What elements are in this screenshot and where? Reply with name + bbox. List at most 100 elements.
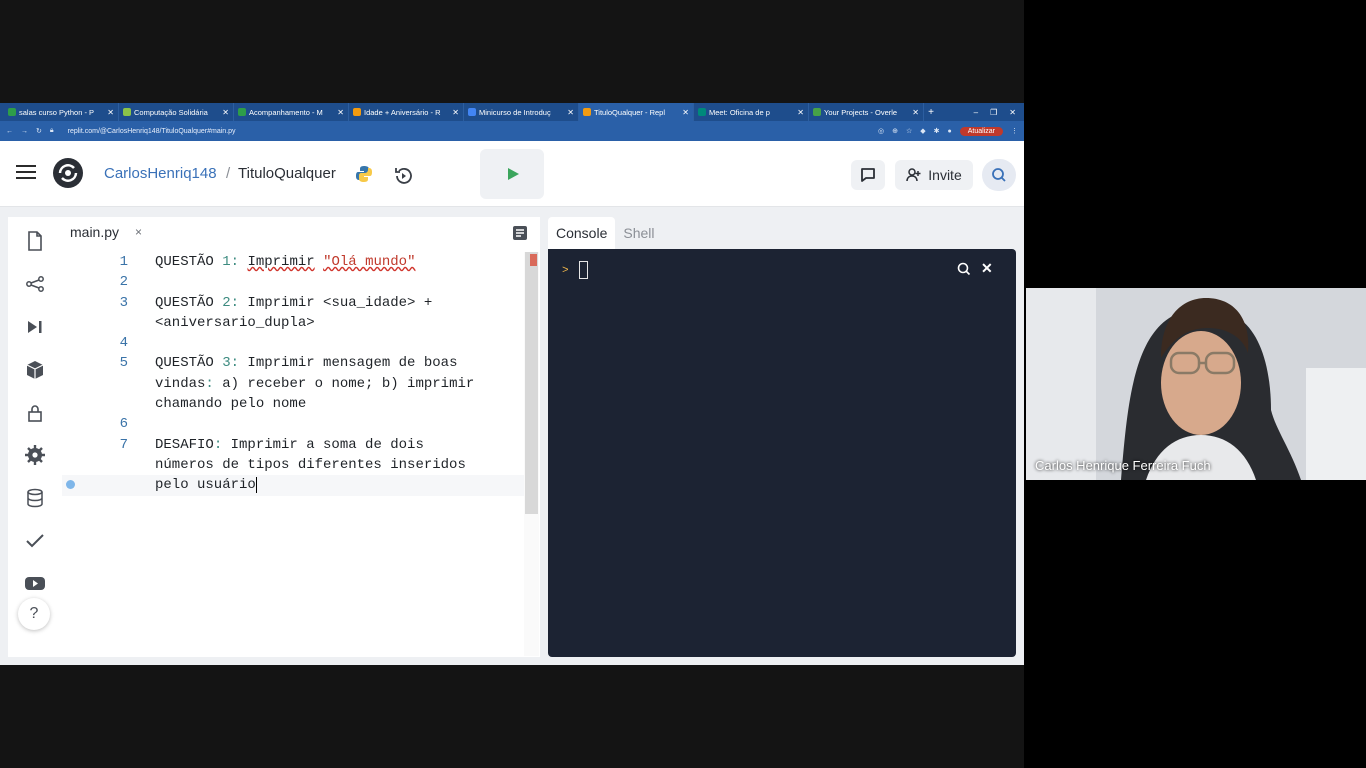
chat-icon — [861, 168, 875, 182]
line-number: 3 — [119, 294, 128, 311]
tab-favicon-icon — [468, 108, 476, 116]
unit-tests-check-icon[interactable] — [24, 529, 46, 551]
error-marker — [530, 254, 537, 266]
hamburger-menu-icon[interactable] — [16, 165, 36, 181]
bookmark-star-icon[interactable]: ☆ — [906, 127, 912, 135]
tab-strip: salas curso Python - P ✕ Computação Solid… — [0, 103, 1024, 121]
tab-close-icon[interactable]: ✕ — [107, 108, 114, 117]
address-bar: ← → ↻ 🔒︎ replit.com/@CarlosHenriq148/Tit… — [0, 121, 1024, 141]
editor-pane: main.py × 1 QUESTÃO 1: Imprimir "Olá mund… — [62, 217, 540, 657]
code-line: 1 QUESTÃO 1: Imprimir "Olá mundo" — [62, 252, 524, 272]
url-field[interactable]: replit.com/@CarlosHenriq148/TituloQualqu… — [68, 128, 236, 135]
browser-tab-active[interactable]: TituloQualquer - Repl ✕ — [579, 103, 694, 121]
browser-tab[interactable]: Your Projects - Overle ✕ — [809, 103, 924, 121]
history-icon[interactable] — [393, 165, 415, 187]
extension-icon[interactable]: ◆ — [920, 127, 925, 135]
files-icon[interactable] — [24, 230, 46, 252]
tab-close-icon[interactable]: ✕ — [337, 108, 344, 117]
play-icon — [508, 168, 519, 180]
tab-close-icon[interactable]: ✕ — [797, 108, 804, 117]
code-text: números de tipos diferentes inseridos — [155, 456, 466, 473]
line-number: 2 — [119, 274, 128, 291]
puzzle-icon[interactable]: ✱ — [934, 127, 940, 135]
run-button[interactable] — [480, 149, 544, 199]
database-icon[interactable] — [24, 487, 46, 509]
username-link[interactable]: CarlosHenriq148 — [104, 165, 217, 182]
search-button[interactable] — [982, 159, 1016, 191]
packages-icon[interactable] — [24, 359, 46, 381]
code-text: DESAFIO: Imprimir a soma de dois — [155, 436, 424, 453]
tab-console[interactable]: Console — [548, 217, 616, 249]
editor-scrollbar[interactable] — [524, 252, 539, 656]
browser-tab[interactable]: Acompanhamento - M ✕ — [234, 103, 349, 121]
zoom-icon[interactable]: ⊕ — [892, 127, 898, 135]
replit-logo-icon[interactable] — [51, 156, 85, 190]
python-language-icon[interactable] — [355, 165, 373, 183]
settings-gear-icon[interactable] — [24, 444, 46, 466]
code-text: QUESTÃO 3: Imprimir mensagem de boas — [155, 355, 458, 372]
repl-name[interactable]: TituloQualquer — [238, 165, 336, 182]
tab-close-icon[interactable]: ✕ — [452, 108, 459, 117]
help-button[interactable]: ? — [18, 598, 50, 630]
browser-tab[interactable]: salas curso Python - P ✕ — [4, 103, 119, 121]
console-pane: Console Shell > ✕ — [548, 217, 1016, 657]
tab-favicon-icon — [353, 108, 361, 116]
tab-title: Your Projects - Overle — [824, 107, 898, 117]
screen: salas curso Python - P ✕ Computação Solid… — [0, 0, 1366, 768]
browser-tab[interactable]: Idade + Aniversário - R ✕ — [349, 103, 464, 121]
format-code-icon[interactable] — [512, 225, 528, 241]
tab-title: Idade + Aniversário - R — [364, 107, 441, 117]
code-text: QUESTÃO 1: Imprimir "Olá mundo" — [155, 254, 416, 270]
tab-title: Acompanhamento - M — [249, 107, 323, 117]
tab-close-icon[interactable]: ✕ — [682, 108, 689, 117]
tab-favicon-icon — [123, 108, 131, 116]
reload-icon[interactable]: ↻ — [36, 127, 42, 135]
cast-icon[interactable]: ◎ — [878, 127, 884, 135]
secrets-lock-icon[interactable] — [24, 402, 46, 424]
tab-shell[interactable]: Shell — [615, 217, 662, 249]
tab-title: salas curso Python - P — [19, 107, 95, 117]
address-bar-actions: ◎ ⊕ ☆ ◆ ✱ ● Atualizar ⋮ — [878, 126, 1018, 136]
invite-button[interactable]: Invite — [895, 160, 973, 190]
console-search-icon[interactable] — [956, 261, 972, 277]
file-tab-main-py[interactable]: main.py × — [62, 217, 150, 249]
terminal[interactable]: > ✕ — [548, 249, 1016, 657]
code-text: <aniversario_dupla> — [155, 314, 315, 331]
terminal-cursor — [579, 261, 588, 279]
update-button[interactable]: Atualizar — [959, 126, 1003, 136]
youtube-icon[interactable] — [24, 572, 46, 594]
tab-close-icon[interactable]: ✕ — [912, 108, 919, 117]
more-menu-icon[interactable]: ⋮ — [1011, 127, 1018, 135]
browser-tab[interactable]: Minicurso de Introduç ✕ — [464, 103, 579, 121]
back-icon[interactable]: ← — [6, 128, 13, 135]
browser-window: salas curso Python - P ✕ Computação Solid… — [0, 103, 1024, 665]
restore-icon[interactable]: ❐ — [990, 108, 997, 117]
close-window-icon[interactable]: ✕ — [1009, 108, 1016, 117]
shared-screen: salas curso Python - P ✕ Computação Solid… — [0, 0, 1024, 768]
code-line: 7 DESAFIO: Imprimir a soma de dois — [62, 435, 524, 455]
code-editor[interactable]: 1 QUESTÃO 1: Imprimir "Olá mundo" 2 3 QUES… — [62, 252, 524, 657]
chat-button[interactable] — [851, 160, 885, 190]
minimize-icon[interactable]: ‒ — [974, 108, 978, 117]
tool-sidebar: ? — [8, 217, 62, 657]
debugger-icon[interactable] — [24, 316, 46, 338]
browser-tab[interactable]: Computação Solidária ✕ — [119, 103, 234, 121]
help-icon: ? — [29, 605, 39, 622]
code-line-wrap-active: pelo usuário — [62, 475, 524, 496]
tab-close-icon[interactable]: ✕ — [567, 108, 574, 117]
code-text: QUESTÃO 2: Imprimir <sua_idade> + — [155, 294, 433, 311]
code-text: chamando pelo nome — [155, 396, 307, 413]
browser-tab[interactable]: Meet: Oficina de p ✕ — [694, 103, 809, 121]
file-tab-close-icon[interactable]: × — [135, 225, 142, 239]
line-number: 5 — [119, 355, 128, 372]
line-number: 4 — [119, 335, 128, 352]
tab-title: Minicurso de Introduç — [479, 107, 551, 117]
window-controls: ‒ ❐ ✕ — [974, 108, 1024, 117]
profile-avatar-icon[interactable]: ● — [948, 128, 952, 135]
new-tab-button[interactable]: + — [924, 107, 938, 118]
git-branch-icon[interactable] — [24, 273, 46, 295]
console-clear-icon[interactable]: ✕ — [981, 260, 993, 277]
forward-icon[interactable]: → — [21, 128, 28, 135]
participant-video: Carlos Henrique Ferreira Fuch — [1026, 288, 1366, 480]
tab-close-icon[interactable]: ✕ — [222, 108, 229, 117]
